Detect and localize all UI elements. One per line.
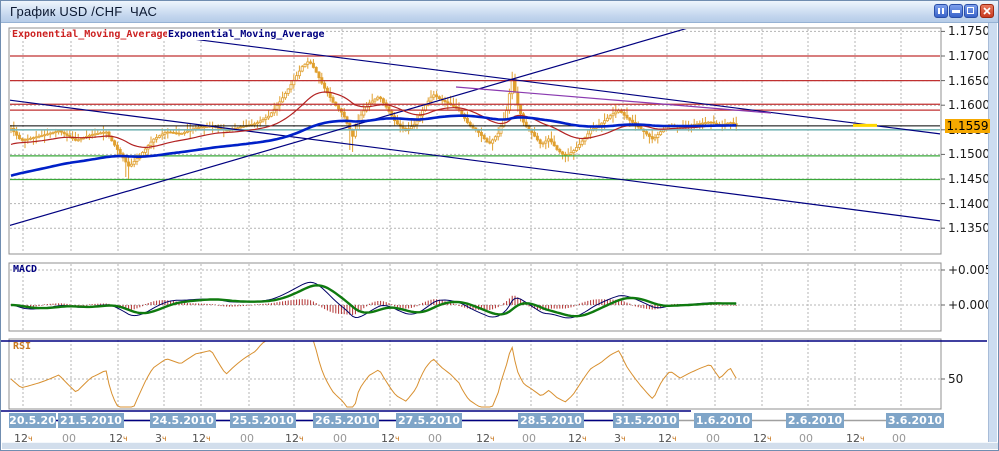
price-tick-label: 1.1700 <box>948 49 990 63</box>
rsi-label: RSI <box>13 341 31 352</box>
date-label: 26.5.2010 <box>313 413 379 428</box>
date-label: 28.5.2010 <box>518 413 584 428</box>
current-price-flag: 1.1559 <box>945 119 990 133</box>
ema-label-1: Exponential_Moving_Average <box>11 29 170 40</box>
maximize-button[interactable] <box>964 4 978 18</box>
main-chart-panel <box>9 28 941 254</box>
macd-label: MACD <box>13 264 37 275</box>
price-tick-label: 1.1450 <box>948 172 990 186</box>
window-right-border <box>988 23 997 444</box>
panel-divider[interactable] <box>9 255 941 262</box>
price-tick-label: 1.1750 <box>948 24 990 38</box>
date-label: 20.5.20 <box>9 413 56 428</box>
price-tick-label: 1.1500 <box>948 147 990 161</box>
close-button[interactable] <box>980 4 994 18</box>
date-label: 24.5.2010 <box>150 413 216 428</box>
date-label: 27.5.2010 <box>396 413 462 428</box>
minimize-icon <box>952 10 960 13</box>
axis-ticks <box>941 31 945 379</box>
pause-button[interactable] <box>934 4 948 18</box>
price-tick-label: 1.1350 <box>948 221 990 235</box>
date-label: 21.5.2010 <box>58 413 124 428</box>
ema-label-2: Exponential_Moving_Average <box>167 29 326 40</box>
pause-icon <box>938 8 940 14</box>
chart-canvas[interactable] <box>1 1 999 451</box>
date-label: 25.5.2010 <box>230 413 296 428</box>
macd-tick-label: +0.005 <box>948 263 992 277</box>
window-title: График USD /CHF ЧАС <box>10 4 157 19</box>
price-tick-label: 1.1650 <box>948 74 990 88</box>
rsi-tick-label: 50 <box>948 372 963 386</box>
title-bar[interactable]: График USD /CHF ЧАС <box>1 1 999 23</box>
chart-window: График USD /CHF ЧАС Exponential_Moving_A… <box>0 0 999 451</box>
price-tick-label: 1.1600 <box>948 98 990 112</box>
date-label: 31.5.2010 <box>613 413 679 428</box>
price-tick-label: 1.1400 <box>948 197 990 211</box>
maximize-icon <box>967 7 974 14</box>
minimize-button[interactable] <box>949 4 963 18</box>
macd-tick-label: +0.000 <box>948 298 992 312</box>
close-icon <box>981 5 993 17</box>
panel-divider[interactable] <box>9 332 941 338</box>
date-label: 1.6.2010 <box>694 413 752 428</box>
macd-panel <box>9 263 941 331</box>
date-label: 2.6.2010 <box>786 413 844 428</box>
window-bottom-border <box>2 442 999 449</box>
pause-icon <box>942 8 944 14</box>
date-label: 3.6.2010 <box>886 413 944 428</box>
